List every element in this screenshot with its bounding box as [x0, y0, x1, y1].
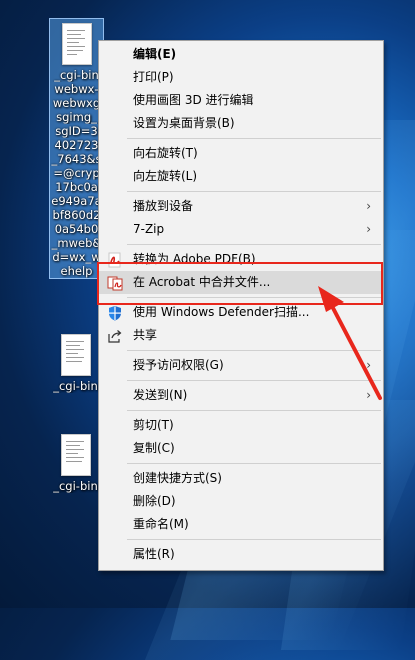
menu-item-copy[interactable]: 复制(C) — [99, 437, 383, 460]
image-thumbnail-icon — [61, 23, 92, 65]
menu-item-label: 播放到设备 — [133, 199, 194, 213]
chevron-right-icon: › — [366, 388, 371, 402]
desktop-file-icon[interactable]: _cgi-bin — [49, 430, 102, 493]
menu-item-grant-access[interactable]: 授予访问权限(G) › — [99, 354, 383, 377]
menu-item-set-wallpaper[interactable]: 设置为桌面背景(B) — [99, 112, 383, 135]
menu-separator — [127, 138, 381, 139]
desktop-file-label: _7643&s — [51, 152, 102, 166]
menu-item-cut[interactable]: 剪切(T) — [99, 414, 383, 437]
menu-item-label: 授予访问权限(G) — [133, 358, 224, 372]
desktop-file-label: bf860d2 — [52, 208, 101, 222]
menu-item-rename[interactable]: 重命名(M) — [99, 513, 383, 536]
menu-item-edit[interactable]: 编辑(E) — [99, 43, 383, 66]
desktop-file-label: _cgi-bin — [53, 379, 98, 393]
desktop-file-label: _cgi-bin — [54, 68, 99, 82]
menu-item-label: 向左旋转(L) — [133, 169, 198, 183]
menu-item-label: 设置为桌面背景(B) — [133, 116, 235, 130]
menu-separator — [127, 463, 381, 464]
menu-item-label: 发送到(N) — [133, 388, 188, 402]
desktop-file-label: sgimg_ — [56, 110, 97, 124]
menu-item-rotate-left[interactable]: 向左旋转(L) — [99, 165, 383, 188]
menu-item-share[interactable]: 共享 — [99, 324, 383, 347]
acrobat-combine-icon — [107, 276, 123, 291]
menu-item-label: 7-Zip — [133, 222, 165, 236]
menu-item-label: 向右旋转(T) — [133, 146, 198, 160]
menu-item-rotate-right[interactable]: 向右旋转(T) — [99, 142, 383, 165]
menu-item-delete[interactable]: 删除(D) — [99, 490, 383, 513]
menu-item-defender-scan[interactable]: 使用 Windows Defender扫描... — [99, 301, 383, 324]
menu-item-label: 复制(C) — [133, 441, 175, 455]
menu-separator — [127, 350, 381, 351]
menu-item-print[interactable]: 打印(P) — [99, 66, 383, 89]
image-thumbnail-icon — [60, 334, 91, 376]
chevron-right-icon: › — [366, 199, 371, 213]
menu-separator — [127, 380, 381, 381]
adobe-pdf-icon — [108, 252, 121, 268]
desktop-file-label: d=wx_w — [52, 250, 101, 264]
desktop-file-label: =@cryp — [53, 166, 100, 180]
desktop-file-icon[interactable]: _cgi-bin webwx- webwxg sgimg_ sgID=3 402… — [49, 18, 104, 279]
menu-item-label: 属性(R) — [133, 547, 175, 561]
menu-separator — [127, 539, 381, 540]
desktop-file-label: sgID=3 — [55, 124, 98, 138]
menu-item-label: 在 Acrobat 中合并文件... — [133, 275, 271, 289]
desktop-file-label: e949a7a — [51, 194, 102, 208]
menu-item-cast-to-device[interactable]: 播放到设备 › — [99, 195, 383, 218]
menu-item-label: 剪切(T) — [133, 418, 174, 432]
context-menu: 编辑(E) 打印(P) 使用画图 3D 进行编辑 设置为桌面背景(B) 向右旋转… — [98, 40, 384, 571]
menu-separator — [127, 191, 381, 192]
desktop-file-icon[interactable]: _cgi-bin — [49, 330, 102, 393]
menu-separator — [127, 244, 381, 245]
chevron-right-icon: › — [366, 358, 371, 372]
desktop-file-label: 402723 — [54, 138, 99, 152]
desktop-file-label: 0a54b0 — [54, 222, 99, 236]
menu-separator — [127, 297, 381, 298]
image-thumbnail-icon — [60, 434, 91, 476]
menu-item-label: 打印(P) — [133, 70, 174, 84]
menu-item-acrobat-combine[interactable]: 在 Acrobat 中合并文件... — [99, 271, 383, 294]
desktop-file-label: 17bc0a — [55, 180, 98, 194]
menu-item-label: 使用画图 3D 进行编辑 — [133, 93, 254, 107]
desktop-file-label: _cgi-bin — [53, 479, 98, 493]
menu-item-7zip[interactable]: 7-Zip › — [99, 218, 383, 241]
menu-item-label: 转换为 Adobe PDF(B) — [133, 252, 256, 266]
menu-item-label: 创建快捷方式(S) — [133, 471, 222, 485]
menu-item-send-to[interactable]: 发送到(N) › — [99, 384, 383, 407]
desktop-file-label: webwx- — [54, 82, 99, 96]
menu-item-properties[interactable]: 属性(R) — [99, 543, 383, 566]
chevron-right-icon: › — [366, 222, 371, 236]
desktop-file-label: webwxg — [52, 96, 101, 110]
menu-separator — [127, 410, 381, 411]
menu-item-label: 编辑(E) — [133, 47, 177, 61]
desktop-file-label: ehelp — [60, 264, 93, 278]
menu-item-convert-to-pdf[interactable]: 转换为 Adobe PDF(B) — [99, 248, 383, 271]
menu-item-label: 共享 — [133, 328, 158, 342]
share-icon — [108, 330, 122, 343]
windows-defender-icon — [109, 306, 121, 321]
desktop-file-label: _mweb& — [51, 236, 102, 250]
menu-item-create-shortcut[interactable]: 创建快捷方式(S) — [99, 467, 383, 490]
menu-item-label: 重命名(M) — [133, 517, 189, 531]
menu-item-label: 使用 Windows Defender扫描... — [133, 305, 310, 319]
menu-item-edit-paint3d[interactable]: 使用画图 3D 进行编辑 — [99, 89, 383, 112]
menu-item-label: 删除(D) — [133, 494, 176, 508]
